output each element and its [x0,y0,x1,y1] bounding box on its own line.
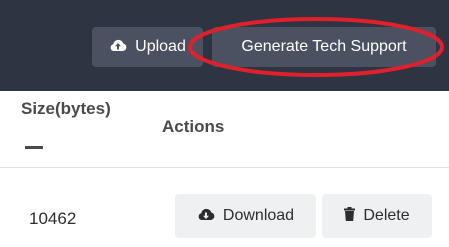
sort-indicator [25,146,43,149]
files-table: Size(bytes) Actions 10462 Download Delet… [0,91,449,247]
delete-label: Delete [363,207,410,224]
download-button[interactable]: Download [175,194,316,238]
cloud-download-icon [197,207,215,226]
top-toolbar: Upload Generate Tech Support [0,0,449,91]
header-divider [0,167,449,168]
highlight-circle [188,17,444,77]
size-cell: 10462 [29,209,77,228]
size-column-header[interactable]: Size(bytes) [21,99,111,119]
trash-icon [344,206,356,226]
actions-column-header: Actions [162,117,225,136]
delete-button[interactable]: Delete [322,194,432,238]
download-label: Download [222,207,295,224]
